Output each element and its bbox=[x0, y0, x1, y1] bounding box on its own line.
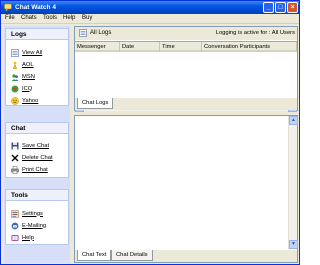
sidebar-item-msn[interactable]: MSN bbox=[11, 72, 35, 81]
icq-icon bbox=[11, 85, 19, 92]
scroll-up-icon[interactable]: ▲ bbox=[289, 116, 298, 125]
column-messenger[interactable]: Messenger bbox=[75, 42, 120, 52]
logging-status: Logging is active for : All Users bbox=[215, 30, 295, 36]
yahoo-icon bbox=[11, 96, 19, 105]
scroll-down-icon[interactable]: ▼ bbox=[289, 240, 298, 249]
column-date[interactable]: Date bbox=[120, 42, 160, 52]
menu-tools[interactable]: Tools bbox=[43, 15, 57, 21]
view-all-icon bbox=[11, 48, 19, 57]
minimize-button[interactable]: _ bbox=[263, 2, 274, 13]
sidebar-item-settings[interactable]: Settings bbox=[11, 209, 43, 218]
chat-panel: ▲ ▼ Chat Text Chat Details bbox=[74, 115, 298, 263]
close-button[interactable]: × bbox=[287, 2, 298, 13]
chat-group: Chat Save Chat Delete Chat Print Chat bbox=[5, 122, 69, 178]
column-conversation-participants[interactable]: Conversation Participants bbox=[202, 42, 297, 52]
email-icon bbox=[11, 222, 19, 229]
menu-buy[interactable]: Buy bbox=[82, 15, 92, 21]
tab-chat-text[interactable]: Chat Text bbox=[77, 250, 112, 261]
maximize-button[interactable]: □ bbox=[275, 2, 286, 13]
all-logs-label: All Logs bbox=[79, 29, 111, 37]
print-icon bbox=[11, 165, 19, 174]
sidebar-item-help[interactable]: Help bbox=[11, 233, 34, 242]
menu-file[interactable]: File bbox=[5, 15, 15, 21]
column-time[interactable]: Time bbox=[160, 42, 202, 52]
app-icon bbox=[4, 3, 12, 12]
sidebar-item-view-all[interactable]: View All bbox=[11, 48, 42, 57]
logs-tab-strip: Chat Logs bbox=[75, 98, 297, 110]
sidebar-item-save-chat[interactable]: Save Chat bbox=[11, 141, 49, 150]
aol-icon bbox=[12, 61, 18, 69]
chat-vertical-scrollbar[interactable]: ▲ ▼ bbox=[288, 116, 298, 249]
title-bar[interactable]: Chat Watch 4 _ □ × bbox=[1, 1, 299, 14]
tab-chat-details[interactable]: Chat Details bbox=[111, 250, 153, 261]
help-icon bbox=[11, 234, 19, 241]
tab-chat-logs[interactable]: Chat Logs bbox=[77, 98, 114, 109]
save-icon bbox=[11, 142, 19, 149]
tools-group-title: Tools bbox=[6, 190, 68, 201]
chat-tab-strip: Chat Text Chat Details bbox=[75, 250, 297, 262]
sidebar-item-delete-chat[interactable]: Delete Chat bbox=[11, 153, 53, 162]
chat-group-title: Chat bbox=[6, 123, 68, 134]
menu-help[interactable]: Help bbox=[63, 15, 75, 21]
all-logs-icon bbox=[79, 29, 87, 37]
sidebar-item-print-chat[interactable]: Print Chat bbox=[11, 165, 48, 174]
logs-panel-header: All Logs Logging is active for : All Use… bbox=[75, 27, 297, 40]
sidebar-item-icq[interactable]: ICQ bbox=[11, 84, 32, 93]
logs-panel: All Logs Logging is active for : All Use… bbox=[74, 26, 298, 112]
sidebar: Logs View All AOL MSN ICQ Yahoo Chat Sav… bbox=[4, 26, 70, 263]
window-title: Chat Watch 4 bbox=[15, 4, 56, 11]
menu-chats[interactable]: Chats bbox=[21, 15, 37, 21]
logs-group: Logs View All AOL MSN ICQ Yahoo bbox=[5, 28, 69, 106]
tools-group: Tools Settings E-Mailing Help bbox=[5, 189, 69, 245]
logs-group-title: Logs bbox=[6, 29, 68, 40]
sidebar-item-yahoo[interactable]: Yahoo bbox=[11, 96, 38, 105]
msn-icon bbox=[11, 73, 19, 81]
delete-icon bbox=[11, 154, 19, 161]
menu-bar: File Chats Tools Help Buy bbox=[1, 14, 299, 24]
settings-icon bbox=[11, 209, 19, 218]
sidebar-item-aol[interactable]: AOL bbox=[11, 60, 34, 69]
sidebar-item-emailing[interactable]: E-Mailing bbox=[11, 221, 46, 230]
app-window: Chat Watch 4 _ □ × File Chats Tools Help… bbox=[0, 0, 300, 265]
chat-text-area[interactable] bbox=[75, 116, 288, 249]
logs-table[interactable]: Messenger Date Time Conversation Partici… bbox=[75, 41, 297, 112]
